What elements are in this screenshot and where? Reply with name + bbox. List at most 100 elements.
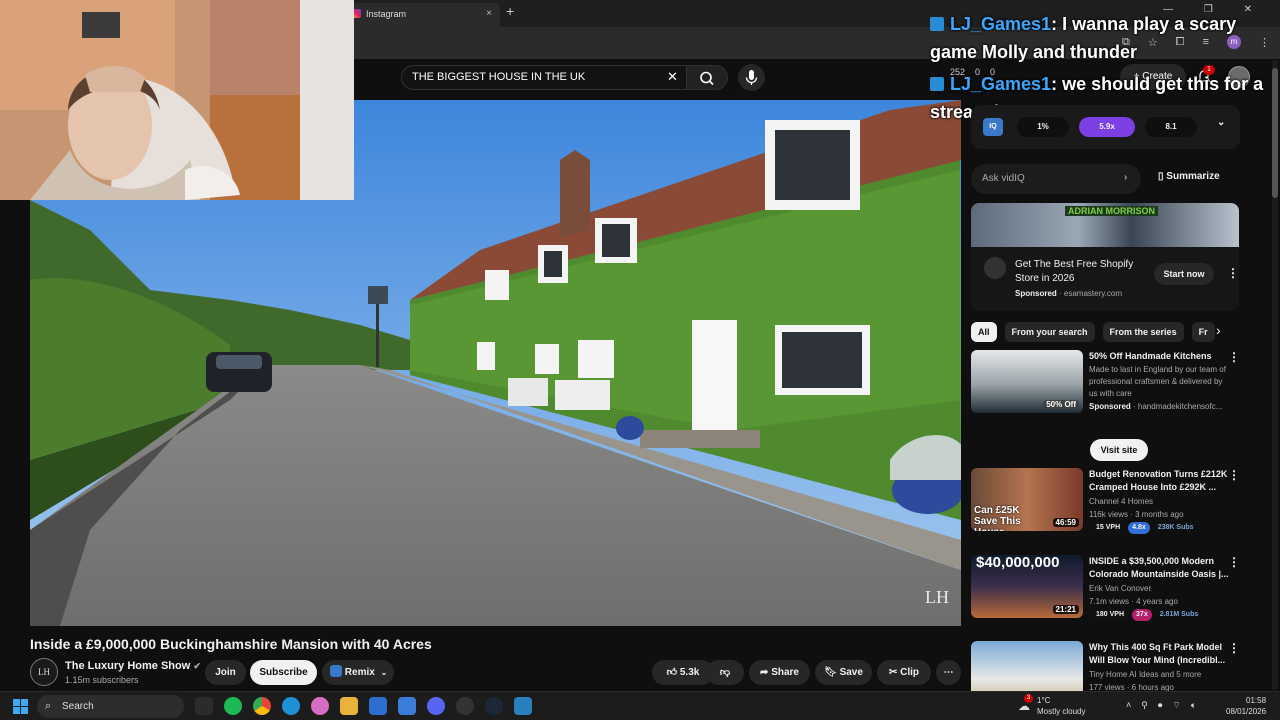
wifi-icon[interactable]: ⌔ — [1172, 700, 1180, 711]
chevron-up-icon[interactable]: ˄ — [1126, 700, 1131, 711]
thumbs-down-icon: 👎︎ — [719, 667, 731, 678]
share-button[interactable]: ➦ Share — [749, 660, 810, 685]
new-tab-button[interactable]: + — [506, 3, 514, 19]
clear-search-icon[interactable]: ✕ — [667, 69, 678, 85]
share-label: Share — [771, 667, 799, 678]
chevron-down-icon[interactable]: ⌄ — [1217, 117, 1225, 128]
summarize-button[interactable]: ▯ Summarize — [1158, 171, 1220, 182]
filter-chips: All From your search From the series Fr — [971, 322, 1215, 342]
video-duration: 46:59 — [1052, 518, 1079, 527]
visit-site-button[interactable]: Visit site — [1090, 439, 1148, 461]
discord-icon[interactable] — [427, 697, 445, 715]
video-title: Budget Renovation Turns £212K Cramped Ho… — [1089, 469, 1228, 492]
join-button[interactable]: Join — [205, 660, 246, 685]
subscriber-count: 1.15m subscribers — [65, 675, 139, 685]
vidiq-stat-percent: 1% — [1017, 117, 1069, 137]
vidiq-stat-score: 8.1 — [1145, 117, 1197, 137]
chip-more[interactable]: Fr — [1191, 322, 1215, 342]
taskbar-search[interactable]: ⌕ Search — [37, 695, 184, 718]
voice-search-button[interactable] — [738, 64, 765, 91]
clip-button[interactable]: ✂ Clip — [877, 660, 931, 685]
chip-all[interactable]: All — [971, 322, 997, 342]
ad-kebab-icon[interactable]: ⋮ — [1227, 266, 1239, 280]
obs-icon[interactable] — [456, 697, 474, 715]
edge-icon[interactable] — [282, 697, 300, 715]
like-button[interactable]: 👍︎ 5.3k — [652, 660, 714, 685]
video-kebab-icon[interactable]: ⋮ — [1228, 641, 1240, 655]
ad-banner-text: ADRIAN MORRISON — [1065, 206, 1158, 216]
outlook-icon[interactable] — [398, 697, 416, 715]
vidiq-logo: IQ — [983, 118, 1003, 136]
store-icon[interactable] — [369, 697, 387, 715]
list-item[interactable]: Why This 400 Sq Ft Park Model Will Blow … — [971, 641, 1261, 691]
task-view-icon[interactable] — [195, 697, 213, 715]
chevron-down-icon: ⌄ — [380, 668, 388, 677]
webcam-overlay — [0, 0, 354, 200]
share-icon: ➦ — [760, 667, 769, 678]
file-explorer-icon[interactable] — [340, 697, 358, 715]
video-kebab-icon[interactable]: ⋮ — [1228, 468, 1240, 482]
microphone-icon[interactable]: ⏺ — [1158, 700, 1163, 711]
weather-widget[interactable]: 3 ☁ 1°C Mostly cloudy — [1018, 694, 1085, 717]
video-kebab-icon[interactable]: ⋮ — [1228, 555, 1240, 569]
channel-name: Erik Van Conover — [1089, 584, 1152, 593]
vidiq-remix-icon — [330, 665, 342, 677]
copilot-icon[interactable] — [311, 697, 329, 715]
chip-from-your-search[interactable]: From your search — [1004, 322, 1095, 342]
tab-close-icon[interactable]: × — [486, 3, 492, 25]
taskbar-apps — [195, 697, 532, 715]
chrome-icon[interactable] — [253, 697, 271, 715]
clock-date: 08/01/2026 — [1226, 707, 1267, 716]
channel-avatar[interactable]: LH — [30, 658, 58, 686]
chevron-right-icon[interactable]: › — [1124, 172, 1127, 183]
weather-cloud-icon: ☁ — [1018, 699, 1030, 713]
scissors-icon: ✂ — [888, 667, 898, 678]
ad-sponsor-line: Sponsored · handmadekitchensofc... — [1089, 402, 1223, 411]
remix-button[interactable]: Remix ⌄ — [322, 660, 394, 685]
ad-banner-image: ADRIAN MORRISON — [971, 203, 1239, 247]
sponsored-label: Sponsored — [1015, 289, 1057, 298]
list-item[interactable]: $40,000,000 21:21 INSIDE a $39,500,000 M… — [971, 555, 1261, 641]
vidiq-video-stats: 15 VPH 4.8x 238K Subs — [1092, 522, 1198, 534]
sponsored-ad-card[interactable]: ADRIAN MORRISON Get The Best Free Shopif… — [971, 203, 1239, 311]
video-kebab-icon[interactable]: ⋮ — [1228, 350, 1240, 364]
list-item[interactable]: Can £25K Save This House 46:59 Budget Re… — [971, 468, 1261, 554]
spotify-icon[interactable] — [224, 697, 242, 715]
steam-icon[interactable] — [485, 697, 503, 715]
scrollbar-thumb[interactable] — [1272, 68, 1278, 198]
subscribe-button[interactable]: Subscribe — [250, 660, 317, 685]
tab-instagram[interactable]: Instagram × — [350, 3, 500, 27]
chip-from-the-series[interactable]: From the series — [1102, 322, 1184, 342]
volume-icon[interactable]: 🔈︎ — [1191, 700, 1196, 711]
windows-start-icon[interactable] — [13, 699, 28, 714]
ad-title: Get The Best Free Shopify Store in 2026 — [1015, 259, 1134, 284]
chevron-right-icon[interactable]: › — [1216, 322, 1221, 338]
vidiq-stats-panel: IQ 1% 5.9x 8.1 ⌄ — [971, 105, 1240, 149]
vidiq-stat-multiplier: 5.9x — [1079, 117, 1135, 137]
channel-name-text: The Luxury Home Show — [65, 660, 191, 672]
clip-label: Clip — [900, 667, 920, 678]
clock[interactable]: 01:58 08/01/2026 — [1226, 695, 1266, 717]
save-button[interactable]: 🔖︎ Save — [815, 660, 872, 685]
search-input[interactable]: THE BIGGEST HOUSE IN THE UK — [401, 65, 687, 90]
list-item[interactable]: 50% Off 50% Off Handmade Kitchens Made t… — [971, 350, 1261, 436]
video-thumbnail: $40,000,000 21:21 — [971, 555, 1083, 618]
taskbar-search-label: Search — [62, 701, 94, 712]
network-icon[interactable]: ⚲ — [1141, 700, 1148, 711]
video-duration: 21:21 — [1052, 605, 1079, 614]
channel-name[interactable]: The Luxury Home Show ✔ — [65, 660, 201, 672]
windows-taskbar: ⌕ Search 3 ☁ 1°C Mostly cloudy ˄ ⚲ ⏺ ⌔ 🔈… — [0, 691, 1280, 720]
vph-badge: 15 VPH — [1092, 522, 1125, 534]
search-button[interactable] — [686, 65, 728, 90]
ad-cta-button[interactable]: Start now — [1154, 263, 1214, 285]
notepad-icon[interactable] — [514, 697, 532, 715]
video-meta: 116k views · 3 months ago — [1089, 510, 1184, 519]
save-label: Save — [839, 667, 863, 678]
video-title: Why This 400 Sq Ft Park Model Will Blow … — [1089, 642, 1226, 665]
ask-vidiq-input[interactable]: Ask vidIQ — [971, 164, 1141, 194]
more-actions-button[interactable]: ⋯ — [936, 660, 961, 685]
multiplier-badge: 37x — [1132, 609, 1152, 621]
thumb-text: $40,000,000 — [976, 555, 1060, 571]
dislike-button[interactable]: 👎︎ — [706, 660, 744, 685]
thumb-text: Can £25K Save This House — [974, 505, 1021, 531]
